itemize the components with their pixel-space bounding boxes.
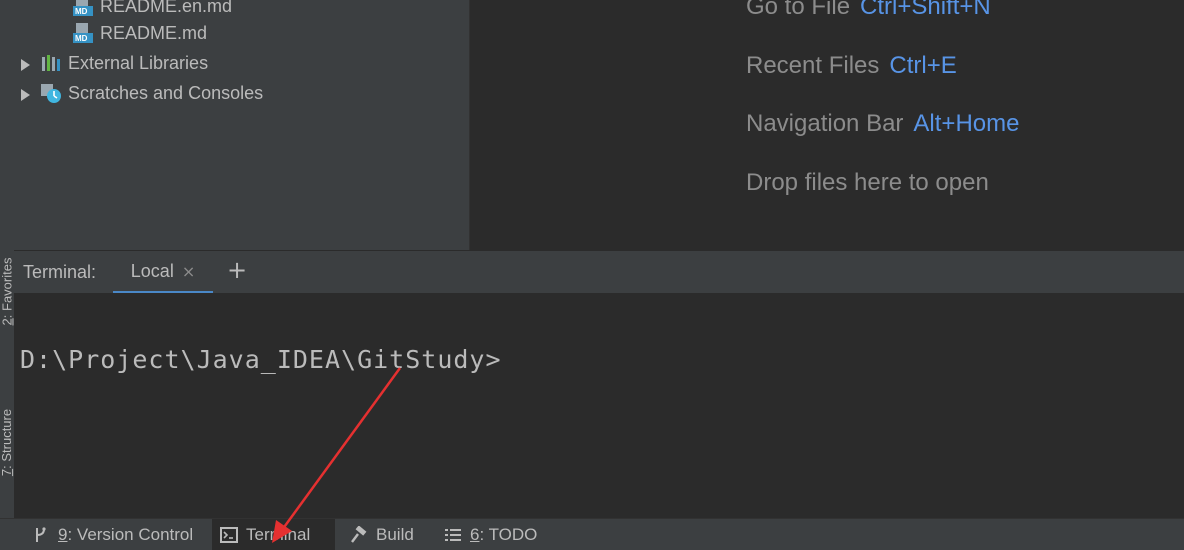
hint-navigation-bar: Navigation Bar Alt+Home [746,110,1019,138]
hint-text: Drop files here to open [746,169,989,196]
svg-text:MD: MD [75,34,88,43]
tree-item-label: Scratches and Consoles [68,82,264,103]
terminal-tab-label: Local [130,260,174,281]
favorites-tool-tab[interactable]: 2: Favorites [0,236,15,346]
tab-label: Terminal [246,524,311,544]
terminal-title: Terminal: [23,262,97,282]
scratches-icon [40,82,62,104]
tab-build[interactable]: Build [342,519,422,550]
md-file-icon: MD [72,22,94,44]
project-panel: MD README.en.md MD README.md External Li… [14,0,469,250]
hint-shortcut: Alt+Home [913,110,1020,137]
hammer-icon [351,525,367,543]
hint-shortcut: Ctrl+Shift+N [860,0,991,20]
hint-go-to-file: Go to File Ctrl+Shift+N [746,0,991,21]
hint-recent-files: Recent Files Ctrl+E [746,52,957,80]
tab-terminal[interactable]: Terminal [212,519,335,550]
md-file-icon: MD [72,0,94,17]
left-tool-strip: 2: Favorites 7: Structure [0,0,15,518]
tab-mnemonic: 9 [58,524,68,544]
hint-text: Go to File [746,0,851,20]
terminal-body[interactable]: D:\Project\Java_IDEA\GitStudy> [14,293,1184,518]
tree-item-scratches[interactable]: Scratches and Consoles [18,78,263,108]
tab-todo[interactable]: 6: TODO [436,519,545,550]
terminal-tab-local[interactable]: Local × [113,251,213,294]
expand-arrow-icon[interactable] [18,86,32,101]
hint-text: Navigation Bar [746,110,904,137]
tab-label: : TODO [479,524,538,544]
tab-version-control[interactable]: 9: Version Control [24,519,201,550]
add-terminal-button[interactable]: + [226,258,248,282]
tree-item-label: External Libraries [68,52,209,73]
editor-empty-area: Go to File Ctrl+Shift+N Recent Files Ctrl+… [469,0,1184,250]
favorites-tab-label: 2: Favorites [0,257,15,325]
terminal-prompt: D:\Project\Java_IDEA\GitStudy> [20,345,502,374]
tree-item-label: README.en.md [100,0,233,16]
hint-shortcut: Ctrl+E [889,52,957,79]
tab-mnemonic: 6 [470,524,480,544]
expand-arrow-icon[interactable] [18,56,32,71]
svg-text:MD: MD [75,7,88,16]
terminal-icon [220,526,238,543]
close-icon[interactable]: × [182,262,195,281]
terminal-header: Terminal: Local × + [14,250,1184,294]
structure-tool-tab[interactable]: 7: Structure [0,392,15,492]
structure-tab-label: 7: Structure [0,408,15,476]
bottom-tool-bar: 9: Version Control Terminal Build 6: TOD… [0,518,1184,550]
tree-item-readme[interactable]: MD README.md [72,18,207,48]
hint-drop-files: Drop files here to open [746,169,989,197]
hint-text: Recent Files [746,52,880,79]
list-icon [445,528,461,541]
branch-icon [36,526,46,542]
tab-label: : Version Control [67,524,194,544]
tree-item-label: README.md [100,22,208,43]
tree-item-external-libraries[interactable]: External Libraries [18,48,208,78]
tab-label: Build [376,524,414,544]
library-icon [40,52,62,74]
